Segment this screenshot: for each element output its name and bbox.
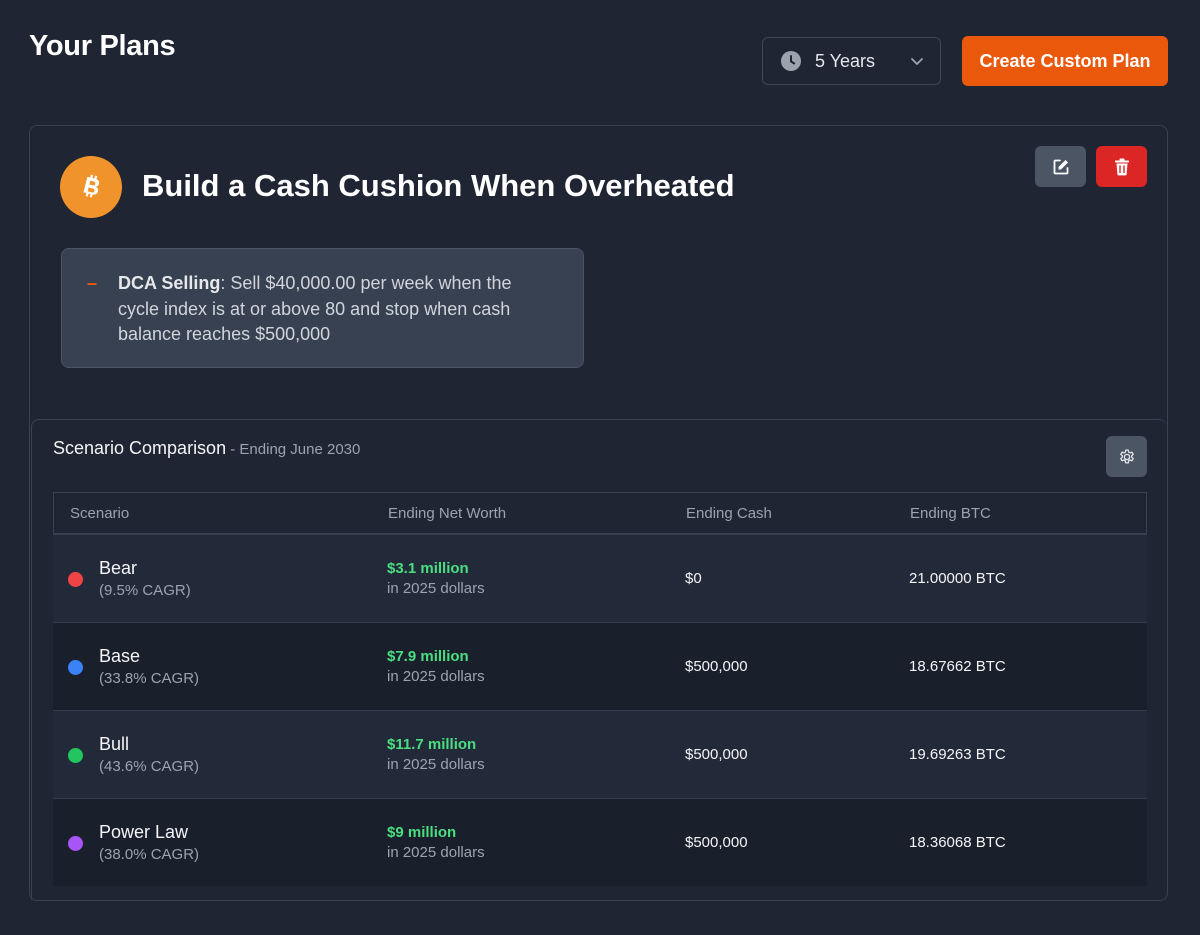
scenario-cagr: (43.6% CAGR) (99, 758, 200, 775)
scenario-settings-button[interactable] (1106, 436, 1147, 477)
ending-net-worth: $9 million (387, 824, 457, 841)
plan-card: Build a Cash Cushion When Overheated – D… (29, 125, 1168, 901)
gear-icon (1118, 448, 1136, 466)
column-header-scenario: Scenario (70, 504, 130, 522)
table-header: Scenario Ending Net Worth Ending Cash En… (53, 492, 1147, 534)
net-worth-note: in 2025 dollars (387, 580, 485, 597)
page-title: Your Plans (29, 30, 176, 62)
ending-net-worth: $7.9 million (387, 648, 469, 665)
scenario-heading-subtitle: - Ending June 2030 (226, 441, 361, 458)
scenario-cagr: (9.5% CAGR) (99, 582, 191, 599)
scenario-cagr: (33.8% CAGR) (99, 670, 200, 687)
bitcoin-icon (60, 156, 122, 218)
edit-plan-button[interactable] (1035, 146, 1086, 187)
scenario-color-dot (68, 836, 83, 851)
scenario-name: Bull (99, 734, 130, 754)
ending-cash: $0 (685, 570, 702, 587)
scenario-name: Base (99, 646, 141, 666)
column-header-cash: Ending Cash (686, 504, 772, 522)
table-row: Bull (43.6% CAGR) $11.7 million in 2025 … (53, 710, 1147, 798)
table-row: Bear (9.5% CAGR) $3.1 million in 2025 do… (53, 534, 1147, 622)
table-row: Base (33.8% CAGR) $7.9 million in 2025 d… (53, 622, 1147, 710)
net-worth-note: in 2025 dollars (387, 756, 485, 773)
strategy-card: – DCA Selling: Sell $40,000.00 per week … (61, 248, 584, 368)
ending-btc: 18.36068 BTC (909, 834, 1006, 851)
scenario-cagr: (38.0% CAGR) (99, 846, 200, 863)
chevron-down-icon (910, 54, 924, 68)
ending-net-worth: $11.7 million (387, 736, 477, 753)
table-row: Power Law (38.0% CAGR) $9 million in 202… (53, 798, 1147, 886)
strategy-description: DCA Selling: Sell $40,000.00 per week wh… (118, 271, 543, 348)
scenario-color-dot (68, 748, 83, 763)
scenario-name: Power Law (99, 822, 189, 842)
scenario-color-dot (68, 572, 83, 587)
scenario-heading-title: Scenario Comparison (53, 438, 227, 458)
strategy-label: DCA Selling (118, 273, 221, 293)
ending-btc: 18.67662 BTC (909, 658, 1006, 675)
ending-cash: $500,000 (685, 658, 748, 675)
scenario-name: Bear (99, 558, 138, 578)
delete-plan-button[interactable] (1096, 146, 1147, 187)
column-header-btc: Ending BTC (910, 504, 991, 522)
ending-btc: 19.69263 BTC (909, 746, 1006, 763)
dash-icon: – (87, 273, 98, 293)
trash-icon (1114, 158, 1130, 176)
create-custom-plan-button[interactable]: Create Custom Plan (962, 36, 1168, 86)
period-select-value: 5 Years (815, 50, 876, 71)
plan-title: Build a Cash Cushion When Overheated (142, 168, 735, 203)
clock-icon (781, 51, 801, 71)
column-header-net-worth: Ending Net Worth (388, 504, 507, 522)
scenario-color-dot (68, 660, 83, 675)
ending-btc: 21.00000 BTC (909, 570, 1006, 587)
edit-icon (1052, 158, 1070, 176)
scenario-comparison-panel: Scenario Comparison - Ending June 2030 S… (31, 419, 1167, 900)
net-worth-note: in 2025 dollars (387, 844, 485, 861)
period-select[interactable]: 5 Years (762, 37, 941, 85)
scenario-heading: Scenario Comparison - Ending June 2030 (53, 438, 360, 459)
ending-cash: $500,000 (685, 746, 748, 763)
net-worth-note: in 2025 dollars (387, 668, 485, 685)
ending-net-worth: $3.1 million (387, 560, 469, 577)
ending-cash: $500,000 (685, 834, 748, 851)
scenario-table: Scenario Ending Net Worth Ending Cash En… (53, 492, 1147, 886)
